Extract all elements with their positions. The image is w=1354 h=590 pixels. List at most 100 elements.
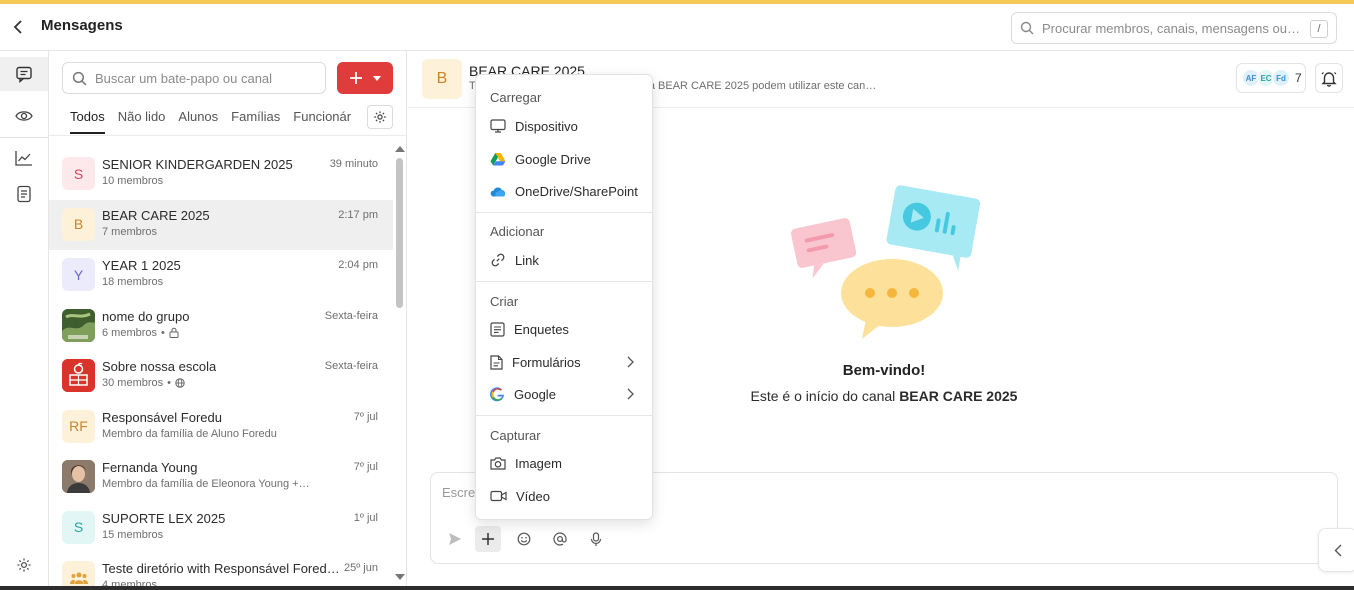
menu-item-device[interactable]: Dispositivo [476,111,652,141]
chat-list-item[interactable]: Sobre nossa escola 30 membros • Sexta-fe… [49,351,393,402]
chat-list-item[interactable]: S SUPORTE LEX 2025 15 membros 1º jul [49,503,393,554]
rail-analytics[interactable] [0,141,48,175]
globe-icon [175,378,185,388]
menu-item-google-drive[interactable]: Google Drive [476,144,652,174]
scroll-down-arrow-icon[interactable] [395,574,405,580]
message-icon [16,66,32,83]
chat-list: S SENIOR KINDERGARDEN 2025 10 membros 39… [49,149,393,590]
menu-item-label: Vídeo [516,488,550,504]
rail-settings[interactable] [0,548,48,582]
chat-title: Teste diretório with Responsável Fored… [102,561,340,576]
chat-member-description: Membro da família de Aluno Foredu [102,427,277,440]
chat-time: 25º jun [344,562,378,574]
menu-divider [476,281,652,282]
scroll-up-arrow-icon[interactable] [395,146,405,152]
chat-title: Fernanda Young [102,460,198,475]
chat-subtitle: 30 membros • [102,377,185,389]
chat-member-description: Membro da família de Eleonora Young +… [102,478,310,490]
menu-item-label: Formulários [512,354,581,370]
chat-list-scrollbar[interactable] [394,144,406,590]
bottom-edge-bar [0,586,1354,590]
landscape-photo-icon [62,308,95,342]
tab-families[interactable]: Famílias [231,106,280,134]
back-button[interactable] [8,15,28,39]
tab-staff[interactable]: Funcionár [293,106,351,134]
welcome-text: Este é o início do canal BEAR CARE 2025 [688,388,1080,404]
google-logo-icon [490,386,504,401]
global-search-input[interactable]: Procurar membros, canais, mensagens ou… … [1011,12,1337,44]
welcome-illustration [791,185,980,339]
at-sign-icon [553,532,567,546]
menu-item-forms[interactable]: Formulários [476,347,652,377]
menu-item-image[interactable]: Imagem [476,448,652,478]
menu-item-polls[interactable]: Enquetes [476,314,652,344]
separator-dot: • [167,377,171,389]
plus-icon [350,72,362,84]
new-chat-button[interactable] [337,62,393,94]
menu-item-onedrive[interactable]: OneDrive/SharePoint [476,176,652,206]
avatar: B [62,207,95,241]
voice-button[interactable] [583,526,609,552]
chat-member-count: 15 membros [102,528,164,541]
channel-avatar: B [422,59,462,99]
chevron-left-icon [1334,544,1342,556]
chat-list-item[interactable]: Teste diretório with Responsável Fored… … [49,553,393,590]
emoji-button[interactable] [511,526,537,552]
side-panel-toggle[interactable] [1318,528,1354,572]
scroll-thumb[interactable] [396,158,403,308]
group-people-icon [69,572,88,584]
rail-messages[interactable] [0,57,48,91]
notifications-button[interactable] [1315,63,1343,93]
attachment-menu: Carregar Dispositivo Google Drive OneDri… [475,74,653,520]
rail-documents[interactable] [0,177,48,211]
chat-title: SENIOR KINDERGARDEN 2025 [102,157,293,172]
chat-subtitle: 10 membros [102,175,163,187]
chat-list-item[interactable]: Y YEAR 1 2025 18 membros 2:04 pm [49,250,393,301]
welcome-title: Bem-vindo! [842,362,926,379]
menu-item-label: Enquetes [514,321,569,337]
chat-list-item[interactable]: S SENIOR KINDERGARDEN 2025 10 membros 39… [49,149,393,200]
menu-item-link[interactable]: Link [476,245,652,275]
tab-students[interactable]: Alunos [178,106,218,134]
tab-unread[interactable]: Não lido [118,106,166,134]
chat-subtitle: Membro da família de Aluno Foredu [102,428,277,440]
rail-view[interactable] [0,99,48,133]
menu-item-label: Imagem [515,455,562,471]
chat-list-item[interactable]: B BEAR CARE 2025 7 membros 2:17 pm [49,199,393,250]
gear-icon [374,111,386,123]
send-icon [449,533,461,545]
attach-button[interactable] [475,526,501,552]
search-icon [72,71,87,85]
chevron-right-icon [627,388,634,400]
chat-list-item[interactable]: nome do grupo 6 membros • Sexta-feira [49,301,393,352]
chat-title: BEAR CARE 2025 [102,207,210,223]
avatar: Y [62,258,95,291]
menu-section-add: Adicionar [490,224,545,239]
chat-title: Responsável Foredu [102,409,222,425]
welcome-channel-name: BEAR CARE 2025 [899,388,1018,404]
tab-settings-button[interactable] [367,105,393,129]
google-drive-icon [490,153,506,166]
chat-search-input[interactable]: Buscar um bate-papo ou canal [62,62,326,94]
mention-button[interactable] [547,526,573,552]
menu-divider [476,212,652,213]
channel-members-button[interactable]: AF EC Fd 7 [1236,63,1306,93]
menu-item-video[interactable]: Vídeo [476,481,652,511]
global-search-placeholder: Procurar membros, canais, mensagens ou… [1042,20,1300,36]
video-camera-icon [490,490,507,502]
chart-line-icon [15,151,32,166]
chat-time: 2:17 pm [338,208,378,221]
separator-dot: • [161,326,165,339]
member-count: 7 [1295,71,1302,85]
search-shortcut-key: / [1310,20,1328,38]
chat-time: 39 minuto [329,158,378,170]
avatar: RF [62,409,95,443]
chat-member-count: 18 membros [102,276,164,288]
tab-all[interactable]: Todos [70,106,105,134]
menu-item-label: OneDrive/SharePoint [515,183,638,199]
chat-list-item[interactable]: RF Responsável Foredu Membro da família … [49,402,393,453]
chat-list-item[interactable]: Fernanda Young Membro da família de Eleo… [49,452,393,503]
send-button[interactable] [442,526,468,552]
microphone-icon [590,531,602,546]
menu-item-google[interactable]: Google [476,379,652,409]
